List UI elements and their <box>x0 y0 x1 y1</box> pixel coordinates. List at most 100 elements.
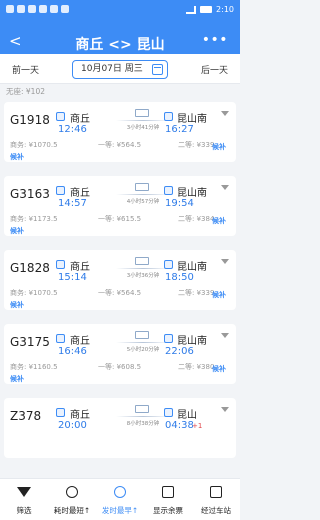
fare-row: 商务: ¥1070.5 一等: ¥564.5 二等: ¥339 <box>10 140 232 150</box>
waitlist-badge[interactable]: 候补 <box>10 300 24 310</box>
departure-time: 15:14 <box>58 272 87 283</box>
more-button[interactable]: ••• <box>202 32 228 48</box>
no-seat-price-row: 无座: ¥102 <box>0 85 240 99</box>
start-clock-icon <box>114 486 126 498</box>
arrival-time: 22:06 <box>165 346 194 357</box>
waitlist-badge[interactable]: 候补 <box>212 142 226 152</box>
status-bar: 2:10 <box>0 0 240 20</box>
tab-show-remaining[interactable]: 显示余票 <box>144 479 192 520</box>
route-line <box>116 416 170 417</box>
expand-chevron-icon[interactable] <box>221 333 229 338</box>
second-class-fare: 二等: ¥339 <box>178 141 215 149</box>
calendar-icon <box>152 64 163 75</box>
expand-chevron-icon[interactable] <box>221 111 229 116</box>
duration: 3小时36分钟 <box>126 273 160 279</box>
fare-row: 商务: ¥1160.5 一等: ¥608.5 二等: ¥380 <box>10 362 232 372</box>
second-class-fare: 二等: ¥339 <box>178 289 215 297</box>
arrival-station: 昆山南 <box>177 114 207 125</box>
route-line <box>116 342 170 343</box>
tab-label: 显示余票 <box>153 506 183 515</box>
arrival-time: 04:38 <box>165 420 194 431</box>
station-icon <box>210 486 222 498</box>
departure-station-icon <box>56 186 65 195</box>
business-fare: 商务: ¥1173.5 <box>10 215 58 223</box>
tab-label: 筛选 <box>16 506 32 515</box>
train-card[interactable]: G1918 商丘 12:46 3小时41分钟 昆山南 16:27 商务: ¥1070.… <box>4 102 236 162</box>
train-code: Z378 <box>10 409 42 423</box>
tab-earliest-departure[interactable]: 发时最早↑ <box>96 479 144 520</box>
arrival-time: 19:54 <box>165 198 194 209</box>
departure-station-icon <box>56 334 65 343</box>
first-class-fare: 一等: ¥615.5 <box>98 215 142 223</box>
business-fare: 商务: ¥1070.5 <box>10 289 58 297</box>
departure-station: 商丘 <box>70 336 90 347</box>
waitlist-badge[interactable]: 候补 <box>10 152 24 162</box>
tab-via-station[interactable]: 经过车站 <box>192 479 240 520</box>
train-icon <box>135 331 149 339</box>
departure-station-icon <box>56 112 65 121</box>
funnel-icon <box>17 487 31 497</box>
duration-block: 8小时38分钟 <box>114 404 172 430</box>
train-icon <box>135 405 149 413</box>
mail-icon <box>6 5 14 13</box>
train-code: G1918 <box>10 113 50 127</box>
signal-icon <box>186 5 197 14</box>
train-icon <box>135 183 149 191</box>
clock-icon <box>66 486 78 498</box>
departure-station: 商丘 <box>70 410 90 421</box>
train-card[interactable]: G3163 商丘 14:57 4小时57分钟 昆山南 19:54 商务: ¥1173.… <box>4 176 236 236</box>
app-icon <box>50 5 58 13</box>
departure-station: 商丘 <box>70 188 90 199</box>
expand-chevron-icon[interactable] <box>221 407 229 412</box>
business-fare: 商务: ¥1070.5 <box>10 141 58 149</box>
arrival-station: 昆山 <box>177 410 197 421</box>
next-day-badge: +1 <box>192 422 203 430</box>
duration: 3小时41分钟 <box>126 125 160 131</box>
arrival-station-icon <box>164 408 173 417</box>
route-line <box>116 120 170 121</box>
arrival-station-icon <box>164 112 173 121</box>
tab-filter[interactable]: 筛选 <box>0 479 48 520</box>
route-line <box>116 194 170 195</box>
arrival-station-icon <box>164 334 173 343</box>
fare-row: 商务: ¥1173.5 一等: ¥615.5 二等: ¥384 <box>10 214 232 224</box>
date-selector[interactable]: 10月07日 周三 <box>72 60 168 79</box>
app-icon <box>61 5 69 13</box>
bottom-tab-bar: 筛选 耗时最短↑ 发时最早↑ 显示余票 经过车站 <box>0 478 240 520</box>
arrival-station: 昆山南 <box>177 262 207 273</box>
waitlist-badge[interactable]: 候补 <box>212 290 226 300</box>
expand-chevron-icon[interactable] <box>221 259 229 264</box>
second-class-fare: 二等: ¥384 <box>178 215 215 223</box>
train-code: G3175 <box>10 335 50 349</box>
arrival-station: 昆山南 <box>177 336 207 347</box>
waitlist-badge[interactable]: 候补 <box>212 216 226 226</box>
train-icon <box>135 109 149 117</box>
duration-block: 4小时57分钟 <box>114 182 172 208</box>
train-code: G1828 <box>10 261 50 275</box>
tab-label: 经过车站 <box>201 506 231 515</box>
departure-station-icon <box>56 260 65 269</box>
first-class-fare: 一等: ¥564.5 <box>98 289 142 297</box>
train-card[interactable]: Z378 商丘 20:00 8小时38分钟 昆山 04:38 +1 <box>4 398 236 458</box>
ticket-icon <box>162 486 174 498</box>
first-class-fare: 一等: ¥564.5 <box>98 141 142 149</box>
alarm-icon <box>28 5 36 13</box>
tab-shortest-duration[interactable]: 耗时最短↑ <box>48 479 96 520</box>
train-card[interactable]: G1828 商丘 15:14 3小时36分钟 昆山南 18:50 商务: ¥1070.… <box>4 250 236 310</box>
second-class-fare: 二等: ¥380 <box>178 363 215 371</box>
notification-icons <box>6 5 69 13</box>
prev-day-button[interactable]: 前一天 <box>12 63 39 76</box>
duration: 5小时20分钟 <box>126 347 160 353</box>
train-card[interactable]: G3175 商丘 16:46 5小时20分钟 昆山南 22:06 商务: ¥1160.… <box>4 324 236 384</box>
duration-block: 5小时20分钟 <box>114 330 172 356</box>
next-day-button[interactable]: 后一天 <box>201 63 228 76</box>
expand-chevron-icon[interactable] <box>221 185 229 190</box>
waitlist-badge[interactable]: 候补 <box>10 226 24 236</box>
duration-block: 3小时36分钟 <box>114 256 172 282</box>
duration-block: 3小时41分钟 <box>114 108 172 134</box>
waitlist-badge[interactable]: 候补 <box>212 364 226 374</box>
waitlist-badge[interactable]: 候补 <box>10 374 24 384</box>
arrival-time: 16:27 <box>165 124 194 135</box>
tab-label: 发时最早↑ <box>101 506 139 515</box>
tab-label: 耗时最短↑ <box>53 506 91 515</box>
